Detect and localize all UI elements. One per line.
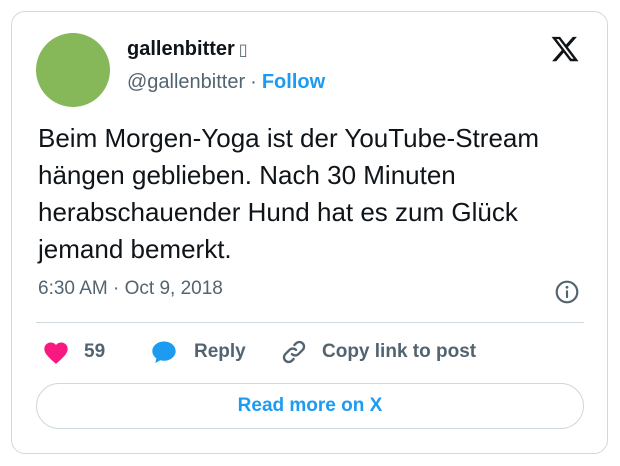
copy-link-label: Copy link to post (322, 341, 477, 362)
speech-bubble-icon (152, 341, 176, 363)
author-handle-row: @gallenbitter · Follow (127, 71, 325, 94)
reply-button[interactable]: Reply (150, 336, 246, 368)
reply-label: Reply (194, 341, 246, 362)
follow-button[interactable]: Follow (262, 71, 325, 93)
link-icon (282, 340, 306, 364)
divider (36, 322, 584, 323)
like-count: 59 (84, 341, 106, 362)
heart-icon (44, 342, 68, 364)
tweet-card: gallenbitter ▯ @gallenbitter · Follow Beim … (11, 11, 608, 454)
read-more-button[interactable]: Read more on X (36, 383, 584, 429)
name-glyph: ▯ (238, 42, 248, 59)
action-bar: 59 Reply Copy link to post (12, 336, 607, 368)
author-display-name[interactable]: gallenbitter (127, 38, 235, 60)
timestamp-row[interactable]: 6:30 AM · Oct 9, 2018 (38, 278, 223, 300)
like-button[interactable]: 59 (42, 336, 105, 368)
handle-separator: · (250, 71, 257, 93)
info-icon[interactable] (554, 279, 580, 305)
copy-link-button[interactable]: Copy link to post (280, 336, 476, 368)
tweet-date[interactable]: Oct 9, 2018 (125, 278, 223, 299)
x-logo-icon[interactable] (549, 34, 581, 64)
tweet-time[interactable]: 6:30 AM (38, 278, 108, 299)
author-name[interactable]: gallenbitter ▯ (127, 38, 248, 61)
tweet-text: Beim Morgen-Yoga ist der YouTube-Stream … (38, 123, 540, 264)
date-separator: · (113, 278, 120, 299)
author-handle[interactable]: @gallenbitter (127, 71, 245, 93)
read-more-label: Read more on X (237, 395, 383, 416)
avatar[interactable] (36, 33, 110, 107)
